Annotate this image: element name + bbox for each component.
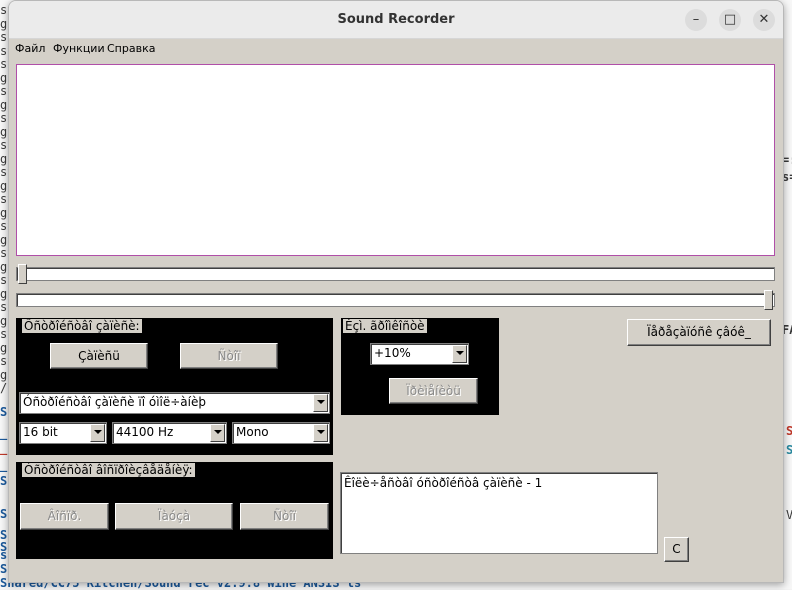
position-slider-thumb[interactable] [18,264,27,284]
client-area: Õñòðîéñòâî çàïèñè: Çàïèñü Ñòîï Óñòðîéñòâ… [9,58,783,582]
gain-select[interactable]: +10% [370,343,469,365]
channels-select[interactable]: Mono [232,422,330,444]
channels-value: Mono [236,425,269,439]
menu-help[interactable]: Справка [107,42,155,55]
position-slider[interactable] [16,264,775,284]
stop-playback-button[interactable]: Ñòîï [240,503,329,530]
gain-value: +10% [374,346,411,360]
sample-rate-value: 44100 Hz [116,425,174,439]
apply-gain-button[interactable]: Ïðèìåíèòü [389,378,478,404]
record-device-value: Óñòðîéñòâî çàïèñè ïî óìîë÷àíèþ [23,395,206,409]
log-line: Êîëè÷åñòâî óñòðîéñòâ çàïèñè - 1 [344,476,543,490]
menu-functions[interactable]: Функции [53,42,105,55]
record-device-panel: Õñòðîéñòâî çàïèñè: Çàïèñü Ñòîï Óñòðîéñòâ… [16,318,333,455]
chevron-down-icon[interactable] [452,345,467,363]
playback-device-panel: Óñòðîéñòâî âîñïðîèçâåäåíèÿ: Âîñïð. Ïàóçà… [16,462,333,559]
menu-file[interactable]: Файл [15,42,45,55]
record-button[interactable]: Çàïèñü [50,343,148,369]
pause-button[interactable]: Ïàóçà [115,503,233,530]
title-bar[interactable]: Sound Recorder – □ ✕ [9,1,783,39]
close-button[interactable]: ✕ [753,9,775,31]
record-device-caption: Õñòðîéñòâî çàïèñè: [22,319,142,333]
chevron-down-icon[interactable] [313,424,328,442]
play-button[interactable]: Âîñïð. [20,503,109,530]
sound-recorder-window: Sound Recorder – □ ✕ Файл Функции Справк… [8,0,784,583]
gain-caption: Èçì. ãðîìêîñòè [343,319,427,333]
playback-device-caption: Óñòðîéñòâî âîñïðîèçâåäåíèÿ: [22,463,195,477]
chevron-down-icon[interactable] [90,424,105,442]
maximize-button[interactable]: □ [719,9,741,31]
volume-slider[interactable] [16,290,775,310]
log-box[interactable]: Êîëè÷åñòâî óñòðîéñòâ çàïèñè - 1 [340,472,658,554]
chevron-down-icon[interactable] [210,424,225,442]
record-device-select[interactable]: Óñòðîéñòâî çàïèñè ïî óìîë÷àíèþ [19,392,330,414]
window-title: Sound Recorder [337,12,455,27]
menu-bar: Файл Функции Справка [9,39,783,58]
terminal-fragment: S [786,443,792,457]
sample-rate-select[interactable]: 44100 Hz [112,422,227,444]
bits-select[interactable]: 16 bit [19,422,107,444]
waveform-display [16,64,775,256]
minimize-button[interactable]: – [685,9,707,31]
clear-log-button[interactable]: C [664,537,689,562]
stop-record-button[interactable]: Ñòîï [180,343,278,369]
terminal-fragment: S [786,424,792,438]
chevron-down-icon[interactable] [313,394,328,412]
bits-value: 16 bit [23,425,58,439]
terminal-fragment: V [786,508,792,522]
volume-slider-thumb[interactable] [764,290,773,310]
restart-sound-button[interactable]: Ïåðåçàïóñê çâóê_ [627,319,771,346]
gain-panel: Èçì. ãðîìêîñòè +10% Ïðèìåíèòü [341,318,499,415]
